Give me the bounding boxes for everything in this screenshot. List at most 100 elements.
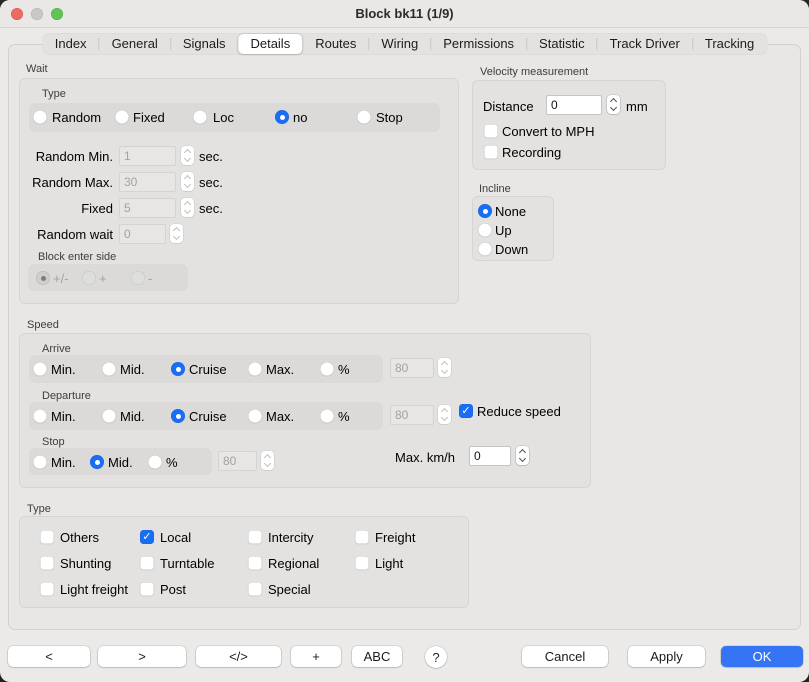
radio-departure-max[interactable]: [248, 409, 262, 423]
distance-field[interactable]: [546, 95, 602, 115]
radio-departure-cruise-label[interactable]: Cruise: [189, 409, 227, 424]
type-regional-label[interactable]: Regional: [268, 556, 319, 571]
type-local-checkbox[interactable]: [140, 530, 154, 544]
radio-arrive-max[interactable]: [248, 362, 262, 376]
convert-mph-checkbox[interactable]: [484, 124, 498, 138]
radio-incline-none-label[interactable]: None: [495, 204, 526, 219]
ok-button[interactable]: OK: [721, 646, 803, 667]
radio-wait-random-label[interactable]: Random: [52, 110, 101, 125]
radio-stop-mid[interactable]: [90, 455, 104, 469]
fixed-label: Fixed: [20, 201, 113, 216]
tab-routes[interactable]: Routes: [303, 34, 368, 54]
tab-details[interactable]: Details: [238, 34, 302, 54]
radio-wait-loc-label[interactable]: Loc: [213, 110, 234, 125]
type-local-label[interactable]: Local: [160, 530, 191, 545]
radio-incline-down[interactable]: [478, 242, 492, 256]
reduce-speed-label[interactable]: Reduce speed: [477, 404, 561, 419]
radio-incline-up[interactable]: [478, 223, 492, 237]
radio-wait-no[interactable]: [275, 110, 289, 124]
type-others-checkbox[interactable]: [40, 530, 54, 544]
random-min-stepper: [181, 146, 194, 165]
radio-arrive-max-label[interactable]: Max.: [266, 362, 294, 377]
distance-stepper[interactable]: [607, 95, 620, 114]
radio-enter-minus: [131, 271, 145, 285]
recording-label[interactable]: Recording: [502, 145, 561, 160]
type-turntable-label[interactable]: Turntable: [160, 556, 214, 571]
tab-tracking[interactable]: Tracking: [693, 34, 766, 54]
convert-mph-label[interactable]: Convert to MPH: [502, 124, 594, 139]
next-block-button[interactable]: >: [98, 646, 186, 667]
radio-departure-min[interactable]: [33, 409, 47, 423]
reduce-speed-checkbox[interactable]: [459, 404, 473, 418]
radio-arrive-cruise[interactable]: [171, 362, 185, 376]
type-light-freight-checkbox[interactable]: [40, 582, 54, 596]
type-freight-checkbox[interactable]: [355, 530, 369, 544]
radio-departure-percent-label[interactable]: %: [338, 409, 350, 424]
type-others-label[interactable]: Others: [60, 530, 99, 545]
radio-stop-min-label[interactable]: Min.: [51, 455, 76, 470]
fixed-stepper: [181, 198, 194, 217]
tab-statistic[interactable]: Statistic: [527, 34, 597, 54]
type-light-label[interactable]: Light: [375, 556, 403, 571]
tab-track-driver[interactable]: Track Driver: [598, 34, 692, 54]
radio-arrive-min-label[interactable]: Min.: [51, 362, 76, 377]
radio-stop-min[interactable]: [33, 455, 47, 469]
radio-stop-percent-label[interactable]: %: [166, 455, 178, 470]
type-turntable-checkbox[interactable]: [140, 556, 154, 570]
type-shunting-checkbox[interactable]: [40, 556, 54, 570]
tab-general[interactable]: General: [100, 34, 170, 54]
radio-wait-fixed-label[interactable]: Fixed: [133, 110, 165, 125]
radio-wait-fixed[interactable]: [115, 110, 129, 124]
radio-incline-down-label[interactable]: Down: [495, 242, 528, 257]
radio-arrive-percent-label[interactable]: %: [338, 362, 350, 377]
prev-block-button[interactable]: <: [8, 646, 90, 667]
type-special-checkbox[interactable]: [248, 582, 262, 596]
radio-incline-up-label[interactable]: Up: [495, 223, 512, 238]
type-shunting-label[interactable]: Shunting: [60, 556, 111, 571]
type-light-checkbox[interactable]: [355, 556, 369, 570]
tab-permissions[interactable]: Permissions: [431, 34, 526, 54]
radio-arrive-mid-label[interactable]: Mid.: [120, 362, 145, 377]
radio-departure-min-label[interactable]: Min.: [51, 409, 76, 424]
type-post-label[interactable]: Post: [160, 582, 186, 597]
type-post-checkbox[interactable]: [140, 582, 154, 596]
tab-index[interactable]: Index: [43, 34, 99, 54]
radio-incline-none[interactable]: [478, 204, 492, 218]
radio-arrive-cruise-label[interactable]: Cruise: [189, 362, 227, 377]
tab-signals[interactable]: Signals: [171, 34, 238, 54]
radio-wait-no-label[interactable]: no: [293, 110, 307, 125]
radio-wait-stop[interactable]: [357, 110, 371, 124]
radio-wait-stop-label[interactable]: Stop: [376, 110, 403, 125]
type-intercity-label[interactable]: Intercity: [268, 530, 314, 545]
tab-wiring[interactable]: Wiring: [369, 34, 430, 54]
help-button[interactable]: ?: [425, 646, 447, 668]
radio-wait-random[interactable]: [33, 110, 47, 124]
apply-button[interactable]: Apply: [628, 646, 705, 667]
incline-group-label: Incline: [479, 183, 511, 195]
radio-arrive-percent[interactable]: [320, 362, 334, 376]
code-button[interactable]: </>: [196, 646, 281, 667]
type-special-label[interactable]: Special: [268, 582, 311, 597]
type-light-freight-label[interactable]: Light freight: [60, 582, 128, 597]
radio-arrive-mid[interactable]: [102, 362, 116, 376]
radio-arrive-min[interactable]: [33, 362, 47, 376]
add-button[interactable]: +: [291, 646, 341, 667]
radio-stop-percent[interactable]: [148, 455, 162, 469]
cancel-button[interactable]: Cancel: [522, 646, 608, 667]
recording-checkbox[interactable]: [484, 145, 498, 159]
radio-departure-percent[interactable]: [320, 409, 334, 423]
max-kmh-field[interactable]: [469, 446, 511, 466]
max-kmh-stepper[interactable]: [516, 446, 529, 465]
radio-departure-mid-label[interactable]: Mid.: [120, 409, 145, 424]
type-group-label: Type: [27, 503, 51, 515]
type-intercity-checkbox[interactable]: [248, 530, 262, 544]
radio-departure-max-label[interactable]: Max.: [266, 409, 294, 424]
radio-stop-mid-label[interactable]: Mid.: [108, 455, 133, 470]
type-freight-label[interactable]: Freight: [375, 530, 415, 545]
type-regional-checkbox[interactable]: [248, 556, 262, 570]
abc-button[interactable]: ABC: [352, 646, 402, 667]
radio-departure-cruise[interactable]: [171, 409, 185, 423]
arrive-stepper: [438, 358, 451, 377]
radio-wait-loc[interactable]: [193, 110, 207, 124]
radio-departure-mid[interactable]: [102, 409, 116, 423]
